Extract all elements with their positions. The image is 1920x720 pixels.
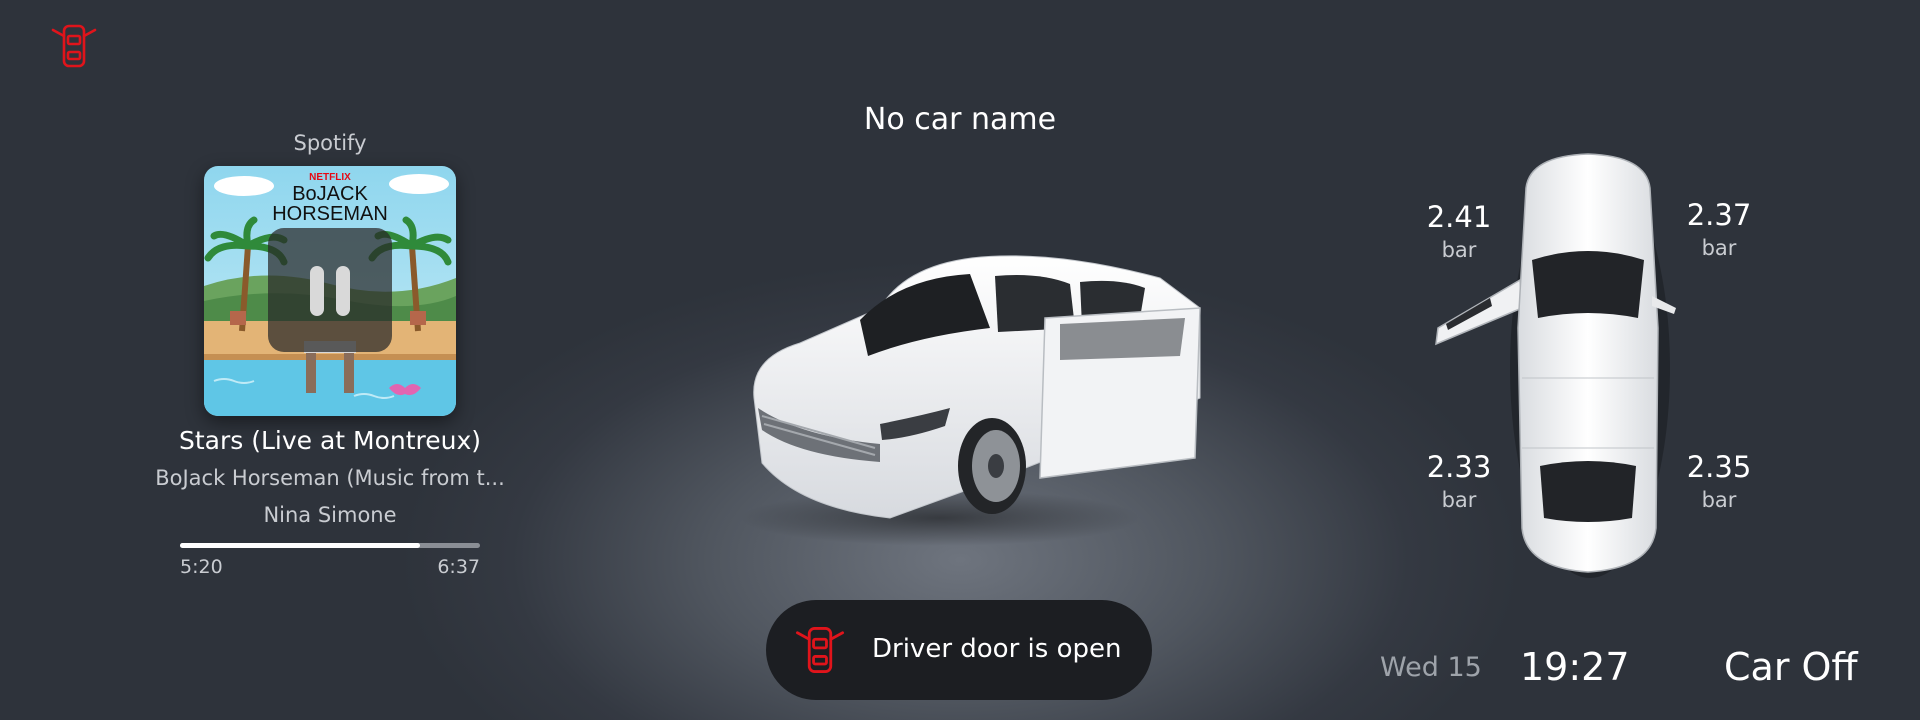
car-name-title: No car name (863, 102, 1057, 137)
track-album: BoJack Horseman (Music from t... (155, 466, 505, 490)
playback-progress-bar[interactable] (180, 543, 480, 548)
time-elapsed: 5:20 (180, 556, 223, 578)
pause-button[interactable] (268, 228, 392, 352)
album-art-title-line1: BoJACK (292, 183, 368, 205)
album-art-title-line2: HORSEMAN (272, 203, 388, 225)
album-art-brand: NETFLIX (309, 172, 351, 183)
media-source-label: Spotify (293, 131, 367, 155)
status-date: Wed 15 (1380, 652, 1482, 683)
car-3d-view (740, 248, 1210, 548)
car-door-open-icon (792, 622, 848, 678)
door-open-alert[interactable]: Driver door is open (766, 600, 1152, 700)
status-clock: 19:27 (1520, 645, 1630, 689)
alert-message: Driver door is open (872, 634, 1122, 664)
door-open-alert-icon[interactable] (48, 20, 100, 72)
playback-progress-fill (180, 543, 420, 548)
time-total: 6:37 (437, 556, 480, 578)
track-artist: Nina Simone (263, 503, 397, 527)
car-top-view (1430, 148, 1690, 580)
pause-icon (310, 266, 324, 316)
car-power-status[interactable]: Car Off (1724, 645, 1858, 689)
track-title: Stars (Live at Montreux) (178, 426, 482, 455)
pause-icon (336, 266, 350, 316)
